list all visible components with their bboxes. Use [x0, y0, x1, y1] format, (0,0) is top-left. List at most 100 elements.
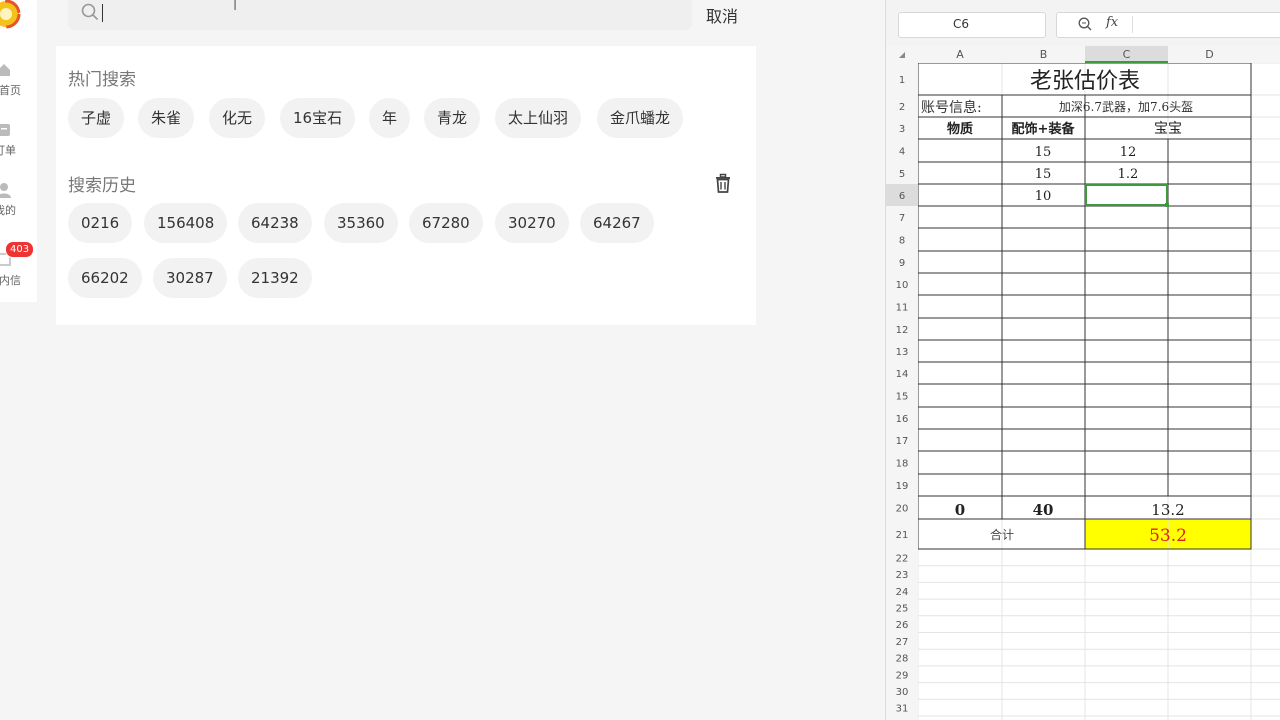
search-app: 首页 订单 我的 403 站内信 I 取消 热门搜索 子虚 朱雀 化无 16宝石…: [0, 0, 885, 720]
history-tag[interactable]: 156408: [144, 203, 228, 243]
history-tag[interactable]: 35360: [324, 203, 398, 243]
hot-search-tag[interactable]: 太上仙羽: [495, 98, 582, 138]
header-cell[interactable]: 物质: [947, 121, 973, 137]
column-header[interactable]: D: [1205, 48, 1213, 61]
unread-badge: 403: [5, 241, 35, 258]
total-label[interactable]: 合计: [990, 527, 1014, 542]
home-icon: [0, 64, 10, 76]
account-label[interactable]: 账号信息:: [921, 99, 982, 116]
hot-search-tag[interactable]: 金爪蟠龙: [597, 98, 684, 138]
row-header[interactable]: 24: [896, 587, 909, 598]
history-tag[interactable]: 21392: [238, 258, 312, 298]
spreadsheet-grid[interactable]: A B C D123456789101112131415161718192021222…: [886, 0, 1280, 720]
cell-B6[interactable]: 10: [1035, 189, 1052, 204]
history-tag[interactable]: 64238: [238, 203, 312, 243]
row-header[interactable]: 20: [896, 504, 909, 515]
row-header[interactable]: 8: [899, 236, 905, 247]
row-header[interactable]: 11: [896, 303, 909, 314]
user-icon: [0, 183, 11, 198]
fill-handle[interactable]: [1165, 203, 1169, 207]
row-header[interactable]: 29: [896, 670, 909, 681]
row-header[interactable]: 12: [896, 325, 909, 336]
row-header[interactable]: 30: [896, 687, 909, 698]
row-header[interactable]: 17: [896, 436, 909, 447]
sum-A[interactable]: 0: [955, 501, 965, 519]
history-tag[interactable]: 0216: [68, 203, 133, 243]
sidebar-item-orders[interactable]: 订单: [0, 122, 37, 172]
row-header[interactable]: 1: [899, 75, 905, 86]
app-logo-icon[interactable]: [0, 0, 24, 34]
row-header[interactable]: 21: [896, 530, 909, 541]
row-header[interactable]: 15: [896, 392, 909, 403]
hot-search-tag[interactable]: 化无: [209, 98, 266, 138]
row-header[interactable]: 19: [896, 481, 909, 492]
hot-search-title: 热门搜索: [68, 70, 136, 90]
account-value[interactable]: 加深6.7武器，加7.6头盔: [1059, 99, 1193, 114]
history-tag[interactable]: 30287: [153, 258, 227, 298]
row-header[interactable]: 28: [896, 654, 909, 665]
search-icon: [81, 3, 99, 21]
hot-search-tag[interactable]: 朱雀: [138, 98, 195, 138]
row-header[interactable]: 22: [896, 553, 909, 564]
row-header[interactable]: 6: [899, 191, 905, 202]
row-header[interactable]: 9: [899, 258, 905, 269]
hot-search-tag[interactable]: 青龙: [424, 98, 481, 138]
history-tag[interactable]: 64267: [580, 203, 654, 243]
row-header[interactable]: 27: [896, 637, 909, 648]
hot-search-tag[interactable]: 年: [369, 98, 411, 138]
row-header[interactable]: 10: [896, 280, 909, 291]
row-header[interactable]: 7: [899, 213, 905, 224]
header-cell[interactable]: 配饰+装备: [1012, 121, 1076, 137]
sidebar-item-home[interactable]: 首页: [0, 62, 37, 112]
order-icon: [0, 124, 10, 136]
sidebar-item-label: 我的: [0, 204, 16, 217]
search-input[interactable]: [110, 0, 674, 30]
sidebar-item-messages[interactable]: 403 站内信: [0, 241, 37, 302]
row-header[interactable]: 5: [899, 169, 905, 180]
cell-B4[interactable]: 15: [1035, 145, 1052, 160]
column-header[interactable]: A: [956, 48, 964, 61]
row-header[interactable]: 23: [896, 570, 909, 581]
selection-border: [1085, 184, 1168, 206]
trash-icon[interactable]: [712, 172, 734, 194]
search-bar[interactable]: [68, 0, 692, 30]
cancel-button[interactable]: 取消: [706, 3, 738, 27]
total-value[interactable]: 53.2: [1149, 526, 1187, 546]
cell-C4[interactable]: 12: [1120, 145, 1137, 160]
row-header[interactable]: 3: [899, 124, 905, 135]
row-column-headers: A B C D123456789101112131415161718192021222…: [886, 46, 1280, 720]
sheet-title[interactable]: 老张估价表: [1030, 69, 1140, 94]
row-header[interactable]: 25: [896, 603, 909, 614]
hot-search-tag[interactable]: 子虚: [68, 98, 125, 138]
sidebar-item-label: 首页: [0, 84, 21, 97]
column-header-bar: [886, 46, 1280, 63]
history-tag[interactable]: 67280: [409, 203, 483, 243]
sidebar-item-label: 订单: [0, 144, 16, 157]
spreadsheet-window: C6 ⌄ fx ABCD1234567891011121314151617181…: [885, 0, 1280, 720]
row-header[interactable]: 4: [899, 147, 905, 158]
row-header[interactable]: 31: [896, 704, 909, 715]
cell-C5[interactable]: 1.2: [1118, 167, 1139, 182]
sidebar-item-label: 站内信: [0, 274, 21, 287]
row-header[interactable]: 13: [896, 347, 909, 358]
text-caret: [102, 4, 103, 22]
row-header[interactable]: 2: [899, 102, 905, 113]
grid-lines: [917, 46, 1280, 720]
hot-search-tag[interactable]: 16宝石: [280, 98, 356, 138]
sum-B[interactable]: 40: [1033, 501, 1054, 519]
mouse-cursor-icon: I: [233, 0, 238, 14]
row-header[interactable]: 14: [896, 369, 909, 380]
search-history-title: 搜索历史: [68, 176, 136, 196]
history-tag[interactable]: 66202: [68, 258, 142, 298]
column-header[interactable]: B: [1040, 48, 1048, 61]
row-header[interactable]: 26: [896, 620, 909, 631]
row-header[interactable]: 18: [896, 459, 909, 470]
cell-B5[interactable]: 15: [1035, 167, 1052, 182]
header-cell[interactable]: 宝宝: [1154, 121, 1182, 137]
column-header[interactable]: C: [1123, 48, 1131, 61]
row-header[interactable]: 16: [896, 414, 909, 425]
sidebar-item-mine[interactable]: 我的: [0, 182, 37, 232]
sum-C[interactable]: 13.2: [1151, 501, 1184, 519]
selected-cell-C6[interactable]: [1085, 184, 1169, 207]
history-tag[interactable]: 30270: [495, 203, 569, 243]
